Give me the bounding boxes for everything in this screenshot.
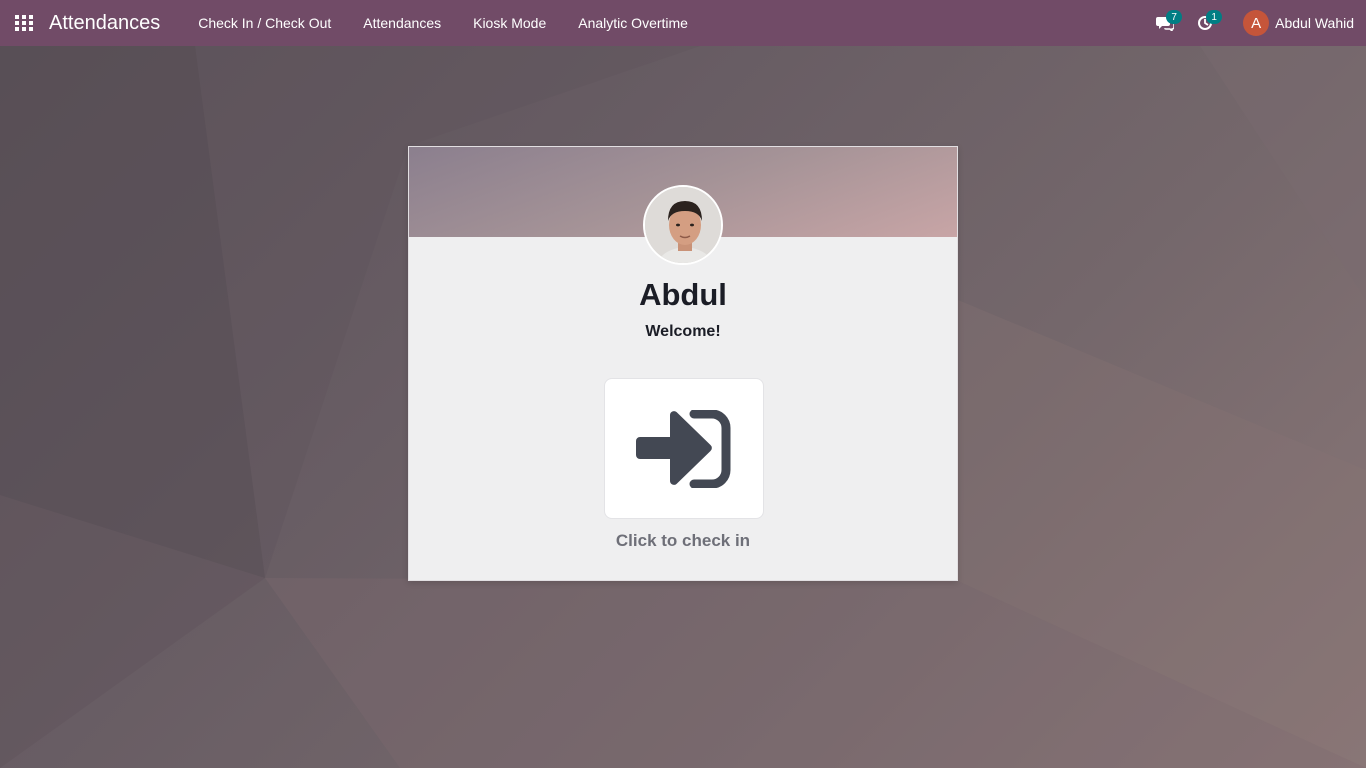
employee-name: Abdul bbox=[639, 277, 727, 312]
menu-item-kiosk-mode[interactable]: Kiosk Mode bbox=[457, 0, 562, 46]
menu-item-check-in-check-out[interactable]: Check In / Check Out bbox=[182, 0, 347, 46]
attendance-card: Abdul Welcome! Click to check in bbox=[408, 146, 958, 581]
main-menu: Check In / Check Out Attendances Kiosk M… bbox=[182, 0, 704, 46]
avatar: A bbox=[1243, 10, 1270, 36]
sign-in-icon bbox=[636, 409, 731, 488]
check-in-button[interactable] bbox=[604, 378, 764, 519]
employee-photo bbox=[643, 185, 723, 265]
menu-item-analytic-overtime[interactable]: Analytic Overtime bbox=[562, 0, 704, 46]
messages-count-badge: 7 bbox=[1166, 10, 1183, 24]
app-title[interactable]: Attendances bbox=[49, 12, 160, 35]
apps-menu-button[interactable] bbox=[0, 0, 48, 46]
user-name: Abdul Wahid bbox=[1275, 15, 1354, 31]
menu-item-attendances[interactable]: Attendances bbox=[347, 0, 457, 46]
welcome-message: Welcome! bbox=[645, 323, 721, 340]
activities-button[interactable]: 1 bbox=[1185, 0, 1225, 46]
check-in-caption[interactable]: Click to check in bbox=[409, 531, 957, 551]
activities-count-badge: 1 bbox=[1206, 10, 1223, 24]
user-menu[interactable]: A Abdul Wahid bbox=[1243, 10, 1354, 36]
messages-button[interactable]: 7 bbox=[1145, 0, 1185, 46]
systray: 7 1 A Abdul Wahid bbox=[1145, 0, 1366, 46]
top-navbar: Attendances Check In / Check Out Attenda… bbox=[0, 0, 1366, 46]
grid-apps-icon bbox=[15, 15, 33, 31]
